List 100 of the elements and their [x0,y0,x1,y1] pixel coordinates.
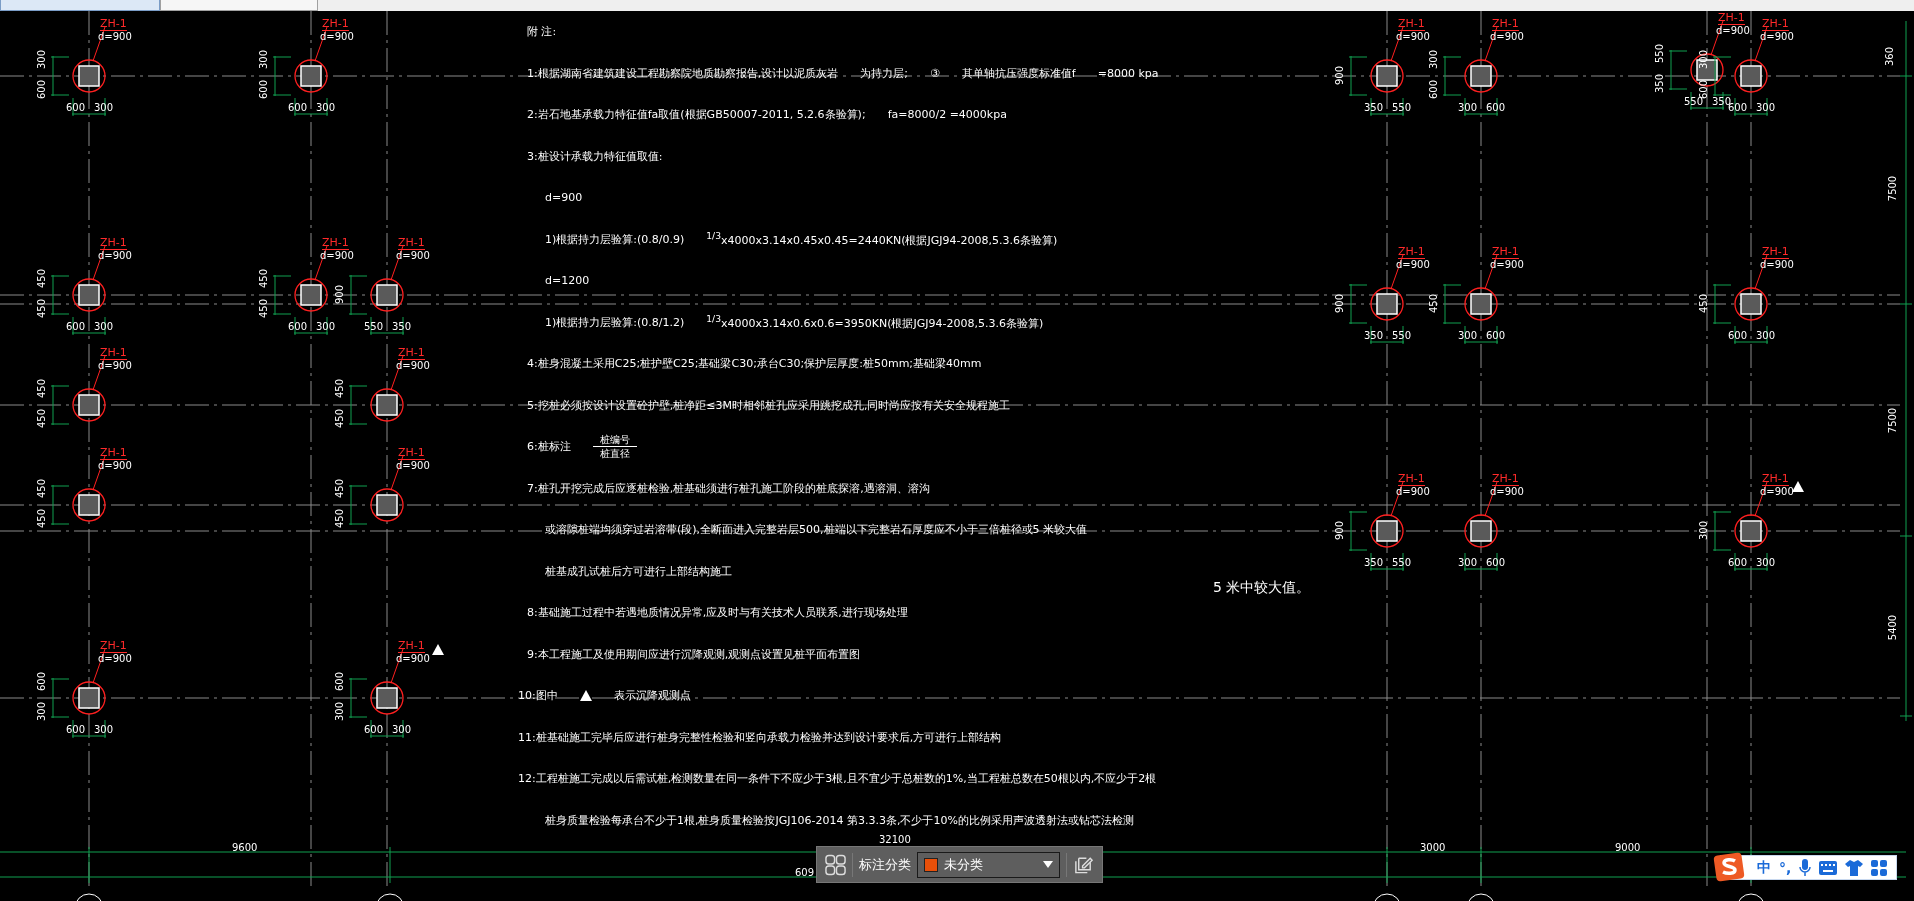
mode-toggle[interactable]: 中 [1757,858,1771,877]
note-text: 12:工程桩施工完成以后需试桩,检测数量在同一条件下不应少于3根,且不宜少于总桩数的1%,当工程桩总数在50根以内,不应少于2根 [518,771,1157,787]
pile-label: ZH-1 [100,347,127,360]
dimension-text: 360 [1884,46,1896,67]
pile-label: ZH-1 [100,18,127,31]
dimension-text: 450 [334,378,346,399]
dimension-text: 600 [334,671,346,692]
dimension-text: 600 [36,671,48,692]
note-text: 9:本工程施工及使用期间应进行沉降观测,观测点设置见桩平面布置图 [527,646,861,662]
dimension-text: 900 [1334,293,1346,314]
dimension-text: 600 [1486,330,1506,341]
dimension-line-drawing [273,56,291,96]
dimension-text: 450 [334,508,346,529]
dimension-text: 600 [1728,557,1748,568]
dimension-text: 450 [1698,293,1710,314]
pile-label: ZH-1 [1492,473,1519,486]
dimension-text: 450 [36,298,48,319]
dimension-text: 550 [1392,330,1412,341]
note-text: 8:基础施工过程中若遇地质情况异常,应及时与有关技术人员联系,进行现场处理 [527,605,908,621]
shirt-icon[interactable] [1845,859,1864,876]
dimension-text: 450 [258,268,270,289]
dimension-text: 600 [66,321,86,332]
dimension-text: 450 [36,268,48,289]
dimension-text: 900 [1334,520,1346,541]
dimension-line-drawing [349,485,367,525]
pile-label: ZH-1 [1398,246,1425,259]
triangle-icon [432,644,444,655]
pile-diameter: d=900 [98,653,132,664]
dimension-text: 450 [1428,293,1440,314]
category-dropdown[interactable]: 未分类 [917,851,1060,878]
pile-diameter: d=900 [1716,25,1750,36]
pile-diameter: d=900 [1760,31,1794,42]
keyboard-icon[interactable] [1819,860,1838,875]
logo-icon[interactable] [1713,851,1745,883]
toolbar-label: 标注分类 [859,855,911,874]
dimension-text: 900 [1334,65,1346,86]
dimension-text: 600 [364,724,384,735]
dimension-text: 9000 [1615,842,1641,853]
note-text: fa=8000/2 =4000kpa [887,108,1007,122]
pile-label: ZH-1 [1492,18,1519,31]
note-text: 6:桩标注 [527,439,571,455]
caret-icon [1043,861,1053,868]
dimension-text: 300 [1756,330,1776,341]
note-text: 4:桩身混凝土采用C25;桩护壁C25;基础梁C30;承台C30;保护层厚度:桩50mm;基础梁40mm [527,356,982,372]
pile-label: ZH-1 [1718,12,1745,25]
dimension-text: 300 [1756,102,1776,113]
dimension-text: 300 [1698,520,1710,541]
pile-diameter: d=900 [1490,31,1524,42]
pile-diameter: d=900 [98,31,132,42]
dimension-text: 32100 [879,834,911,845]
note-text: 11:桩基础施工完毕后应进行桩身完整性检验和竖向承载力检验并达到设计要求后,方可进行上部结构 [518,729,1002,745]
pile-label: ZH-1 [1398,473,1425,486]
dimension-text: 600 [258,79,270,100]
dimension-text: 300 [392,724,412,735]
dimension-text: 900 [334,284,346,305]
dimension-line-drawing [51,275,69,315]
grid-icon[interactable] [1871,859,1888,876]
dimension-text: 300 [316,102,336,113]
dimension-text: 450 [36,378,48,399]
pile-label: ZH-1 [100,447,127,460]
dimension-text: 300 [94,321,114,332]
dimension-line-drawing [1349,511,1367,551]
pile-diameter: d=900 [1760,259,1794,270]
grid-icon[interactable] [825,853,847,876]
dimension-line-drawing [51,678,69,718]
note-text: 桩基成孔试桩后方可进行上部结构施工 [545,563,732,579]
note-text: 5 米中较大值。 [1213,579,1311,595]
dimension-text: 300 [1756,557,1776,568]
pile-diameter: d=900 [1490,259,1524,270]
notes-title: 附 注: [527,24,557,40]
pile-diameter: d=900 [320,250,354,261]
dimension-text: 450 [334,408,346,429]
dimension-text: 600 [36,79,48,100]
dimension-text: 300 [334,701,346,722]
dimension-text: 3000 [1420,842,1446,853]
dimension-text: 450 [258,298,270,319]
dimension-line-drawing [273,275,291,315]
dimension-line-drawing [349,275,367,315]
dimension-text: 300 [94,724,114,735]
dimension-line-drawing [1443,56,1461,96]
note-text: ③ [929,66,940,80]
dimension-text: 300 [1458,102,1478,113]
dimension-text: 350 [1364,330,1384,341]
pile-diameter: d=900 [396,653,430,664]
pile-label: ZH-1 [398,237,425,250]
dimension-text: 600 [288,102,308,113]
pile-diameter: d=900 [396,360,430,371]
pile-diameter: d=900 [1396,486,1430,497]
dimension-text: 450 [36,408,48,429]
pile-label: ZH-1 [398,347,425,360]
note-text: 其单轴抗压强度标准值f [961,65,1076,81]
dimension-text: 300 [316,321,336,332]
dimension-text: 600 [1486,102,1506,113]
dimension-line-drawing [1713,284,1731,324]
dimension-text: 350 [1364,102,1384,113]
triangle-icon [1792,481,1804,492]
microphone-icon[interactable] [1799,858,1812,877]
dimension-text: 350 [392,321,412,332]
dimension-text: 609 [795,867,815,878]
punctuation-toggle[interactable]: °, [1779,859,1792,876]
